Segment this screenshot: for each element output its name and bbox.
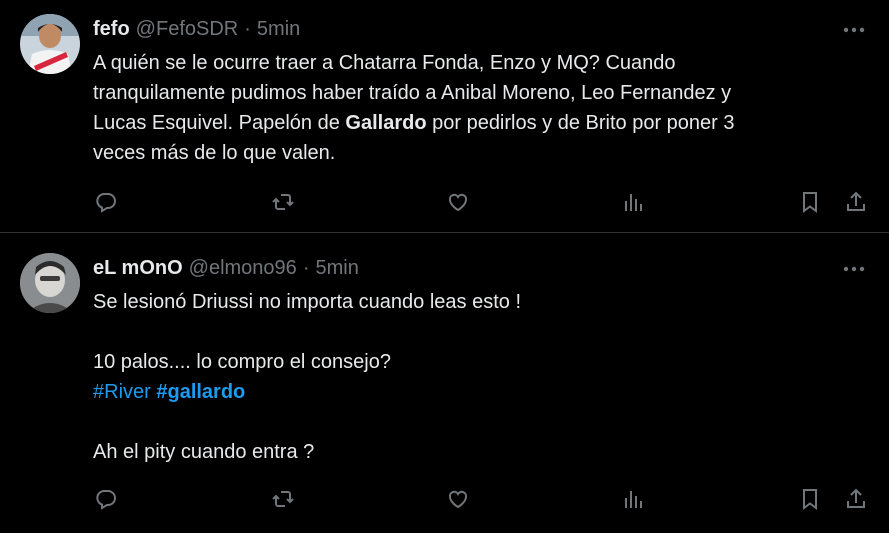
user-handle[interactable]: @elmono96: [189, 257, 297, 280]
retweet-icon: [272, 194, 294, 210]
avatar-image: [20, 253, 80, 313]
views-icon: [625, 194, 642, 211]
hashtag-link[interactable]: #gallardo: [156, 381, 245, 403]
tweet-text-line: 10 palos.... lo compro el consejo?: [93, 351, 391, 373]
tweet-text-line: Ah el pity cuando entra ?: [93, 441, 315, 463]
reply-icon: [96, 193, 116, 213]
timestamp[interactable]: 5min: [257, 18, 300, 41]
tweet-text-line: A quién se le ocurre traer a Chatarra Fo…: [93, 52, 676, 74]
more-icon: [843, 266, 865, 272]
tweet-header: fefo @FefoSDR · 5min: [93, 17, 300, 41]
tweet-text-line: Se lesionó Driussi no importa cuando lea…: [93, 291, 522, 313]
avatar[interactable]: [20, 14, 80, 74]
tweet-text-line: veces más de lo que valen.: [93, 142, 336, 164]
like-icon: [448, 490, 468, 509]
reply-button[interactable]: [89, 185, 123, 219]
bookmark-icon: [803, 192, 817, 213]
share-icon: [847, 488, 865, 508]
more-icon: [843, 27, 865, 33]
tweet-text-line: #River #gallardo: [93, 377, 853, 407]
reply-button[interactable]: [89, 482, 123, 516]
share-button[interactable]: [839, 185, 873, 219]
action-bar: [0, 185, 889, 219]
like-icon: [448, 193, 468, 212]
tweet-header: eL mOnO @elmono96 · 5min: [93, 256, 359, 280]
highlighted-term: Gallardo: [345, 112, 427, 134]
avatar[interactable]: [20, 253, 80, 313]
timestamp[interactable]: 5min: [315, 257, 358, 280]
tweet[interactable]: eL mOnO @elmono96 · 5min Se lesionó Driu…: [0, 234, 889, 533]
display-name[interactable]: eL mOnO: [93, 257, 183, 280]
reply-icon: [96, 490, 116, 510]
tweet-text-line: Lucas Esquivel. Papelón de Gallardo por …: [93, 112, 735, 134]
share-button[interactable]: [839, 482, 873, 516]
tweet-text: A quién se le ocurre traer a Chatarra Fo…: [93, 48, 853, 168]
retweet-button[interactable]: [266, 482, 300, 516]
views-button[interactable]: [617, 185, 651, 219]
views-icon: [625, 491, 642, 508]
hashtag-link[interactable]: #River: [93, 381, 151, 403]
tweet-text: Se lesionó Driussi no importa cuando lea…: [93, 287, 853, 467]
tweet-text-line: tranquilamente pudimos haber traído a An…: [93, 82, 732, 104]
like-button[interactable]: [441, 482, 475, 516]
tweet[interactable]: fefo @FefoSDR · 5min A quién se le ocurr…: [0, 0, 889, 233]
display-name[interactable]: fefo: [93, 18, 130, 41]
more-options-button[interactable]: [839, 18, 869, 42]
user-handle[interactable]: @FefoSDR: [136, 18, 239, 41]
bookmark-button[interactable]: [793, 482, 827, 516]
separator-dot: ·: [302, 256, 310, 279]
bookmark-icon: [803, 489, 817, 510]
more-options-button[interactable]: [839, 257, 869, 281]
share-icon: [847, 191, 865, 211]
action-bar: [0, 482, 889, 516]
bookmark-button[interactable]: [793, 185, 827, 219]
avatar-image: [20, 14, 80, 74]
retweet-button[interactable]: [266, 185, 300, 219]
views-button[interactable]: [617, 482, 651, 516]
like-button[interactable]: [441, 185, 475, 219]
separator-dot: ·: [244, 17, 251, 40]
retweet-icon: [272, 491, 294, 507]
